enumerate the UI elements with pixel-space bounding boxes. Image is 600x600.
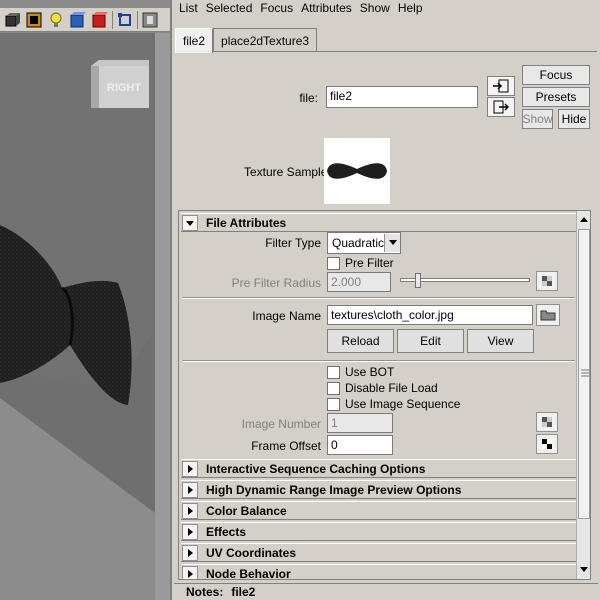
map-button-icon[interactable] [536, 271, 558, 291]
tab-place2dtexture3[interactable]: place2dTexture3 [213, 28, 318, 52]
frame-offset-field[interactable]: 0 [327, 435, 393, 455]
divider [183, 360, 575, 362]
menu-selected[interactable]: Selected [206, 1, 253, 15]
use-bot-label: Use BOT [345, 365, 395, 379]
show-button[interactable]: Show [522, 109, 553, 129]
section-color-balance[interactable]: Color Balance [181, 501, 576, 520]
image-name-field[interactable]: textures\cloth_color.jpg [327, 305, 533, 325]
attributes-scroll-panel[interactable]: File Attributes Filter Type Quadratic Pr… [178, 210, 591, 580]
section-title: Interactive Sequence Caching Options [206, 461, 426, 476]
section-title: Effects [206, 524, 247, 539]
reload-button[interactable]: Reload [327, 329, 394, 353]
hide-button[interactable]: Hide [558, 109, 590, 129]
pre-filter-radius-slider[interactable] [400, 273, 530, 289]
chevron-down-icon [384, 234, 400, 252]
menu-focus[interactable]: Focus [260, 1, 293, 15]
use-image-sequence-label: Use Image Sequence [345, 397, 461, 411]
viewport-scene[interactable] [0, 33, 170, 600]
notes-bar[interactable]: Notes: file2 [174, 583, 598, 600]
focus-button[interactable]: Focus [522, 65, 590, 85]
filter-type-value: Quadratic [332, 236, 385, 250]
section-title: File Attributes [206, 215, 287, 230]
image-number-label: Image Number [241, 417, 321, 431]
use-bot-checkbox[interactable] [327, 366, 340, 379]
section-effects[interactable]: Effects [181, 522, 576, 541]
expand-arrow-icon[interactable] [182, 523, 198, 540]
viewport-panel[interactable]: RIGHT [0, 0, 170, 600]
section-interactive-sequence-caching[interactable]: Interactive Sequence Caching Options [181, 459, 576, 478]
tab-divider [175, 51, 597, 52]
collapse-arrow-icon[interactable] [182, 214, 198, 231]
toolbar-separator [112, 10, 113, 29]
folder-icon[interactable] [536, 304, 560, 326]
xray-icon[interactable] [140, 10, 160, 30]
map-button-icon[interactable] [536, 412, 558, 432]
menu-attributes[interactable]: Attributes [301, 1, 352, 15]
wireframe-cube-icon[interactable] [2, 10, 22, 30]
load-input-icon[interactable] [487, 76, 515, 96]
section-title: Node Behavior [206, 566, 291, 580]
menu-bar: List Selected Focus Attributes Show Help [172, 0, 600, 16]
textured-cube-icon[interactable] [24, 10, 44, 30]
expand-arrow-icon[interactable] [182, 481, 198, 498]
pre-filter-label: Pre Filter [345, 256, 394, 270]
menu-list[interactable]: List [179, 1, 198, 15]
slider-handle[interactable] [415, 273, 421, 288]
frame-offset-label: Frame Offset [251, 439, 321, 453]
viewcube[interactable]: RIGHT [87, 58, 149, 110]
pre-filter-radius-label: Pre Filter Radius [231, 276, 321, 290]
section-title: UV Coordinates [206, 545, 297, 560]
node-name-field[interactable]: file2 [326, 86, 478, 108]
shaded-cube-icon[interactable] [68, 10, 88, 30]
scroll-down-arrow-icon[interactable] [577, 563, 590, 577]
node-tabs: file2 place2dTexture3 [175, 28, 318, 53]
expand-arrow-icon[interactable] [182, 460, 198, 477]
expand-arrow-icon[interactable] [182, 565, 198, 579]
menu-show[interactable]: Show [360, 1, 390, 15]
section-node-behavior[interactable]: Node Behavior [181, 564, 576, 580]
map-button-icon[interactable] [536, 434, 558, 454]
texture-sample-swatch[interactable] [324, 138, 390, 204]
menu-help[interactable]: Help [398, 1, 423, 15]
pre-filter-radius-field[interactable]: 2.000 [327, 272, 391, 292]
disable-file-load-label: Disable File Load [345, 381, 438, 395]
viewcube-label: RIGHT [107, 82, 142, 94]
image-number-field[interactable]: 1 [327, 413, 393, 433]
section-hdr-image-preview[interactable]: High Dynamic Range Image Preview Options [181, 480, 576, 499]
tab-file2[interactable]: file2 [175, 28, 214, 53]
section-uv-coordinates[interactable]: UV Coordinates [181, 543, 576, 562]
isolate-select-icon[interactable] [115, 10, 135, 30]
vertical-scrollbar[interactable] [576, 211, 590, 579]
toolbar-separator [137, 10, 138, 29]
texture-sample-label: Texture Sample [244, 165, 328, 179]
red-cube-icon[interactable] [90, 10, 110, 30]
load-output-icon[interactable] [487, 97, 515, 117]
use-image-sequence-checkbox[interactable] [327, 398, 340, 411]
section-title: Color Balance [206, 503, 287, 518]
section-file-attributes[interactable]: File Attributes [181, 213, 576, 232]
section-title: High Dynamic Range Image Preview Options [206, 482, 462, 497]
pre-filter-checkbox[interactable] [327, 257, 340, 270]
scrollbar-thumb[interactable] [578, 229, 590, 519]
filter-type-label: Filter Type [265, 236, 321, 250]
file-node-label: file: [299, 91, 318, 105]
edit-button[interactable]: Edit [397, 329, 464, 353]
view-button[interactable]: View [467, 329, 534, 353]
notes-value: file2 [231, 585, 256, 599]
viewport-toolbar [0, 8, 170, 32]
disable-file-load-checkbox[interactable] [327, 382, 340, 395]
grip-icon [581, 369, 589, 377]
presets-button[interactable]: Presets [522, 87, 590, 107]
expand-arrow-icon[interactable] [182, 502, 198, 519]
filter-type-dropdown[interactable]: Quadratic [327, 232, 401, 254]
light-bulb-icon[interactable] [46, 10, 66, 30]
notes-label: Notes: [186, 585, 224, 599]
scroll-up-arrow-icon[interactable] [577, 213, 590, 227]
expand-arrow-icon[interactable] [182, 544, 198, 561]
image-name-label: Image Name [252, 309, 321, 323]
divider [183, 297, 575, 299]
